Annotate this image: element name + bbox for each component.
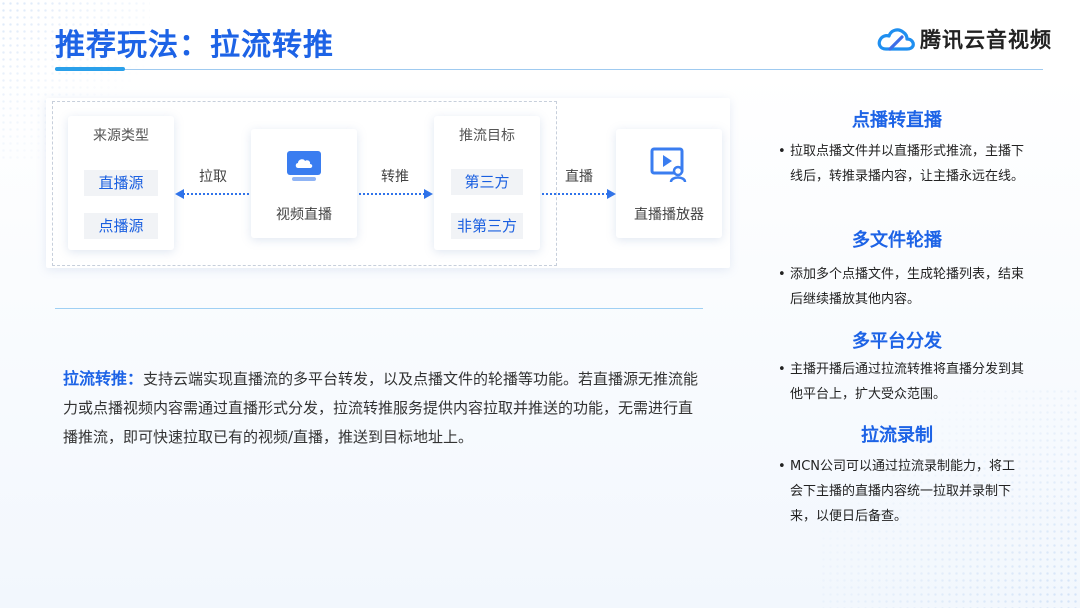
target-non-third-party: 非第三方 — [451, 213, 523, 239]
live-arrowhead — [607, 189, 616, 199]
push-label: 转推 — [381, 169, 409, 185]
live-video-card: 视频直播 — [251, 129, 357, 238]
description-paragraph: 拉流转推：支持云端实现直播流的多平台转发，以及点播文件的轮播等功能。若直播源无推… — [63, 364, 703, 452]
brand-logo: 腾讯云音视频 — [876, 24, 1052, 54]
source-vod: 点播源 — [84, 213, 158, 239]
feature-title-multi-file-loop: 多文件轮播 — [852, 230, 942, 251]
description-text: 支持云端实现直播流的多平台转发，以及点播文件的轮播等功能。若直播源无推流能力或点… — [63, 370, 699, 446]
title-underline-accent — [55, 67, 125, 71]
pull-label: 拉取 — [199, 169, 227, 185]
push-target-heading: 推流目标 — [459, 128, 515, 144]
source-type-heading: 来源类型 — [93, 128, 149, 144]
cloud-logo-icon — [877, 28, 915, 51]
push-arrowhead — [424, 189, 433, 199]
description-lead: 拉流转推： — [63, 369, 144, 388]
section-divider — [55, 308, 703, 309]
video-player-icon — [650, 147, 687, 183]
live-arrow — [542, 193, 608, 195]
live-video-label: 视频直播 — [276, 207, 332, 223]
title-underline — [55, 69, 1043, 70]
feature-title-pull-record: 拉流录制 — [861, 425, 933, 446]
target-third-party: 第三方 — [451, 169, 523, 195]
live-player-label: 直播播放器 — [634, 207, 704, 223]
brand-name: 腾讯云音视频 — [920, 28, 1052, 52]
push-target-card: 推流目标 第三方 非第三方 — [434, 116, 540, 250]
push-arrow — [359, 193, 425, 195]
feature-desc-multi-platform: • 主播开播后通过拉流转推将直播分发到其他平台上，扩大受众范围。 — [778, 362, 1025, 402]
source-live: 直播源 — [84, 170, 158, 196]
cloud-monitor-icon — [287, 151, 321, 181]
page-title: 推荐玩法：拉流转推 — [55, 28, 334, 63]
live-player-card: 直播播放器 — [616, 129, 722, 238]
live-label: 直播 — [565, 169, 593, 185]
feature-title-vod-to-live: 点播转直播 — [852, 110, 942, 131]
feature-title-multi-platform: 多平台分发 — [852, 331, 942, 352]
pull-arrow — [183, 193, 249, 195]
feature-desc-pull-record: • MCN公司可以通过拉流录制能力，将工会下主播的直播内容统一拉取并录制下来，以… — [778, 459, 1016, 524]
feature-desc-vod-to-live: • 拉取点播文件并以直播形式推流，主播下线后，转推录播内容，让主播永远在线。 — [778, 144, 1025, 184]
source-type-card: 来源类型 直播源 点播源 — [68, 116, 174, 250]
feature-desc-multi-file-loop: • 添加多个点播文件，生成轮播列表，结束后继续播放其他内容。 — [778, 267, 1025, 307]
